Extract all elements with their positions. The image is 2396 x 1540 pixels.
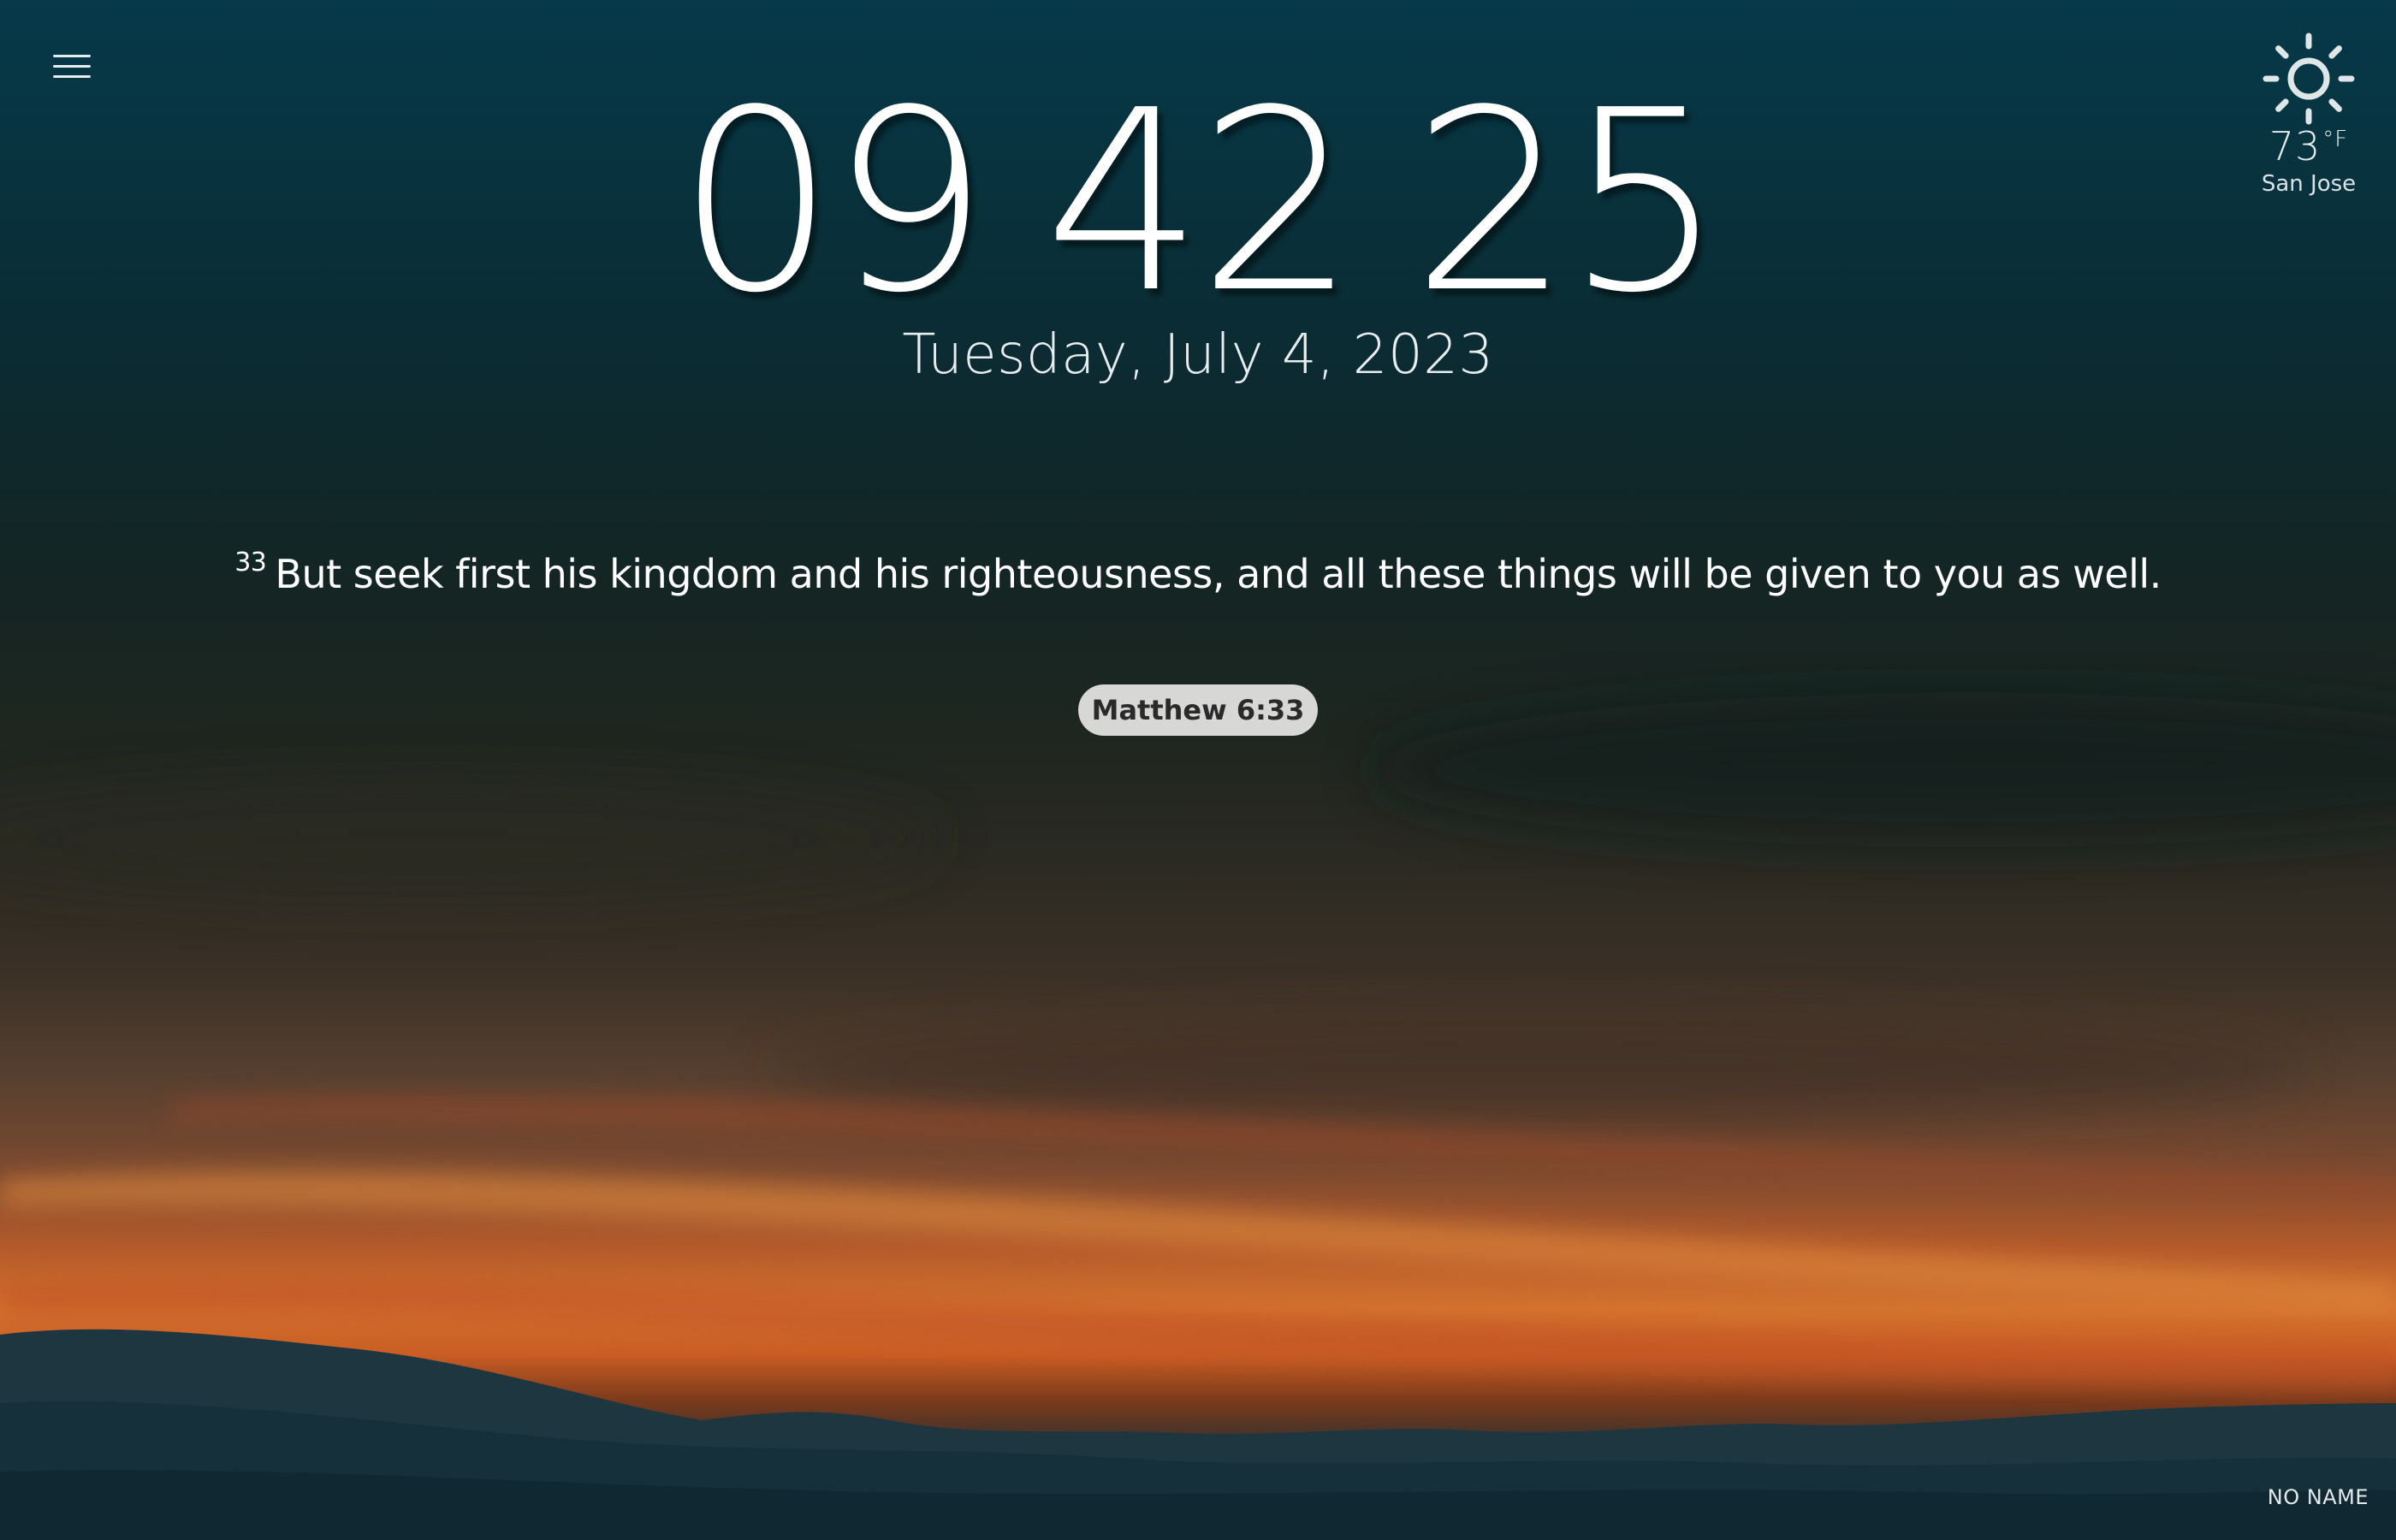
verse-reference-button[interactable]: Matthew 6:33 [1078, 684, 1318, 736]
verse-text: But seek first his kingdom and his right… [275, 551, 2162, 597]
verse-text-block: 33 But seek first his kingdom and his rig… [171, 548, 2225, 597]
verse-number: 33 [234, 548, 267, 578]
clock-date: Tuesday, July 4, 2023 [902, 323, 1494, 387]
clock-minutes: 42 [1044, 56, 1357, 347]
clock-time: 09 42 25 [0, 77, 2396, 327]
clock-seconds: 25 [1411, 56, 1725, 347]
user-name-label[interactable]: NO NAME [2268, 1485, 2369, 1509]
clock-hours: 09 [676, 56, 990, 347]
